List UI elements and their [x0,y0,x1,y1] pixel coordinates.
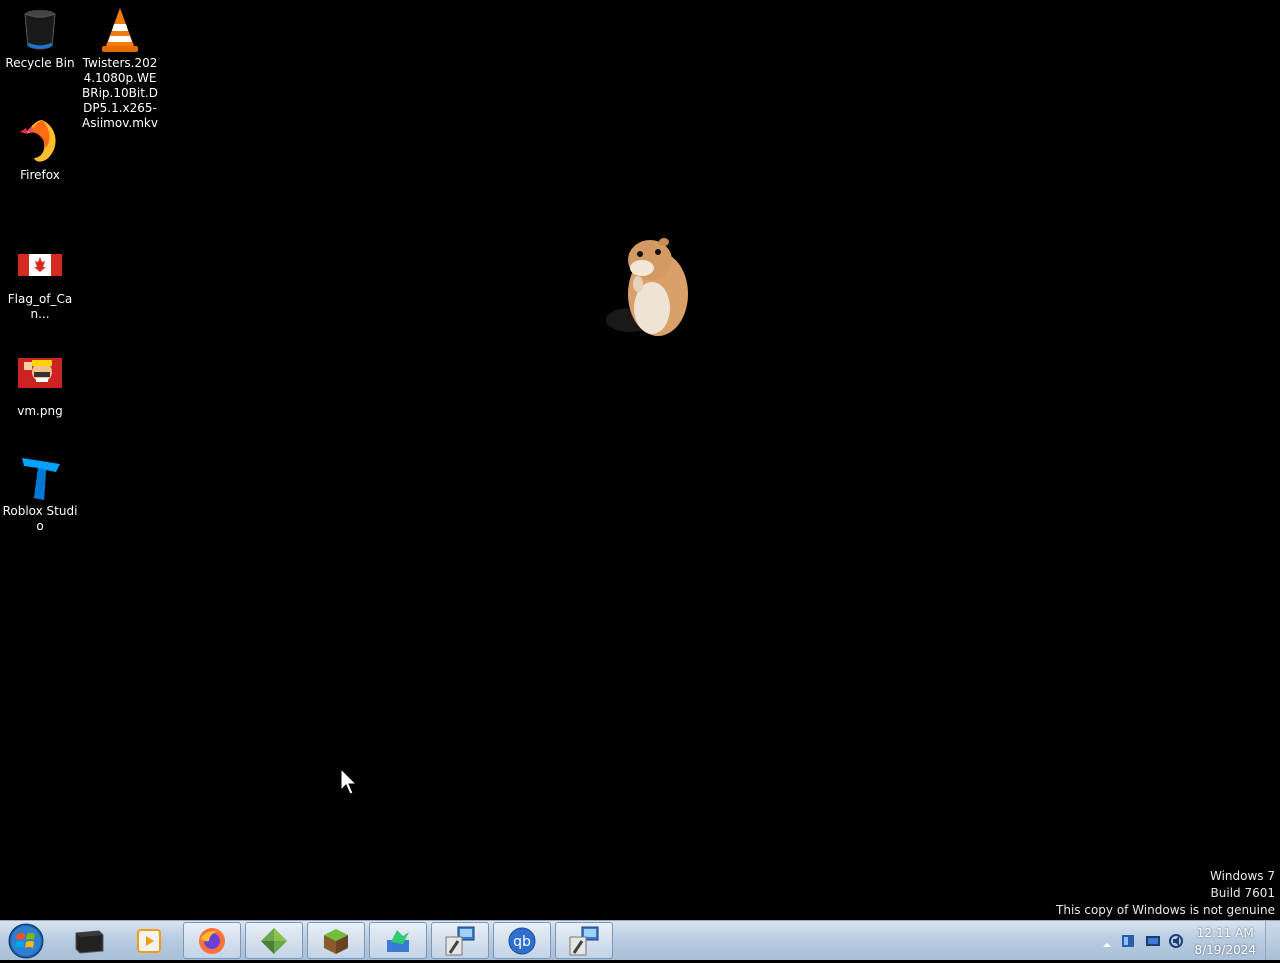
taskbar-button-terminal[interactable] [60,922,118,959]
taskbar-button-installer[interactable] [369,922,427,959]
desktop-icon-label: Flag_of_Can... [7,292,73,321]
desktop-icon-label: Twisters.2024.1080p.WEBRip.10Bit.DDP5.1.… [82,56,158,130]
taskbar-clock[interactable]: 12:11 AM 8/19/2024 [1194,925,1256,959]
volume-icon[interactable] [1168,933,1184,953]
taskbar-button-minecraft[interactable] [307,922,365,959]
watermark-line-os: Windows 7 [1209,869,1275,883]
setup-wizard-icon [445,926,475,955]
taskbar-button-setup-wizard-1[interactable] [431,922,489,959]
desktop-icon-flag-of-canada[interactable]: Flag_of_Can... [0,242,80,322]
installer-icon [387,929,409,952]
network-icon[interactable] [1144,933,1162,953]
mouse-cursor-icon [340,767,358,796]
desktop-icon-label: vm.png [17,404,63,418]
media-player-icon [137,928,161,953]
hamster-desktop-pet[interactable] [600,232,696,344]
setup-wizard-icon [569,926,599,955]
minecraft-block-icon [324,928,348,954]
watermark-line-build: Build 7601 [1210,886,1275,900]
clock-time: 12:11 AM [1196,926,1254,940]
desktop-icon-roblox-studio[interactable]: Roblox Studio [0,454,80,534]
image-thumbnail-icon [16,354,64,402]
vlc-icon [96,6,144,54]
tray-app-icon[interactable] [1120,933,1136,953]
taskbar-button-qbittorrent[interactable]: qb [493,922,551,959]
clock-date: 8/19/2024 [1194,943,1256,957]
taskbar: qb 12:11 AM 8/19/2024 [0,920,1280,960]
desktop-icon-label: Firefox [20,168,60,182]
taskbar-button-media-player[interactable] [120,922,178,959]
firefox-icon [16,118,64,166]
svg-text:qb: qb [513,934,531,950]
taskbar-button-setup-wizard-2[interactable] [555,922,613,959]
desktop-icon-label: Roblox Studio [2,504,78,533]
desktop-icon-twisters-mkv[interactable]: Twisters.2024.1080p.WEBRip.10Bit.DDP5.1.… [80,6,160,131]
taskbar-button-firefox[interactable] [183,922,241,959]
desktop-icon-firefox[interactable]: Firefox [0,118,80,183]
show-hidden-icons-chevron-icon[interactable] [1102,935,1112,954]
windows-genuine-watermark: Windows 7 Build 7601 This copy of Window… [1056,868,1275,919]
watermark-line-genuine: This copy of Windows is not genuine [1056,903,1275,917]
minecraft-grass-icon [261,927,287,954]
desktop-icon-vm-png[interactable]: vm.png [0,354,80,419]
recycle-bin-icon [16,6,64,54]
firefox-icon [199,927,225,954]
terminal-icon [75,929,104,954]
taskbar-button-minecraft-launcher[interactable] [245,922,303,959]
roblox-studio-icon [16,454,64,502]
qbittorrent-icon: qb [508,927,536,954]
desktop-icon-label: Recycle Bin [5,56,75,70]
system-tray: 12:11 AM 8/19/2024 [1090,921,1280,961]
start-button[interactable] [6,923,46,959]
canada-flag-icon [16,242,64,290]
show-desktop-button[interactable] [1265,921,1280,960]
desktop-icon-recycle-bin[interactable]: Recycle Bin [0,6,80,71]
